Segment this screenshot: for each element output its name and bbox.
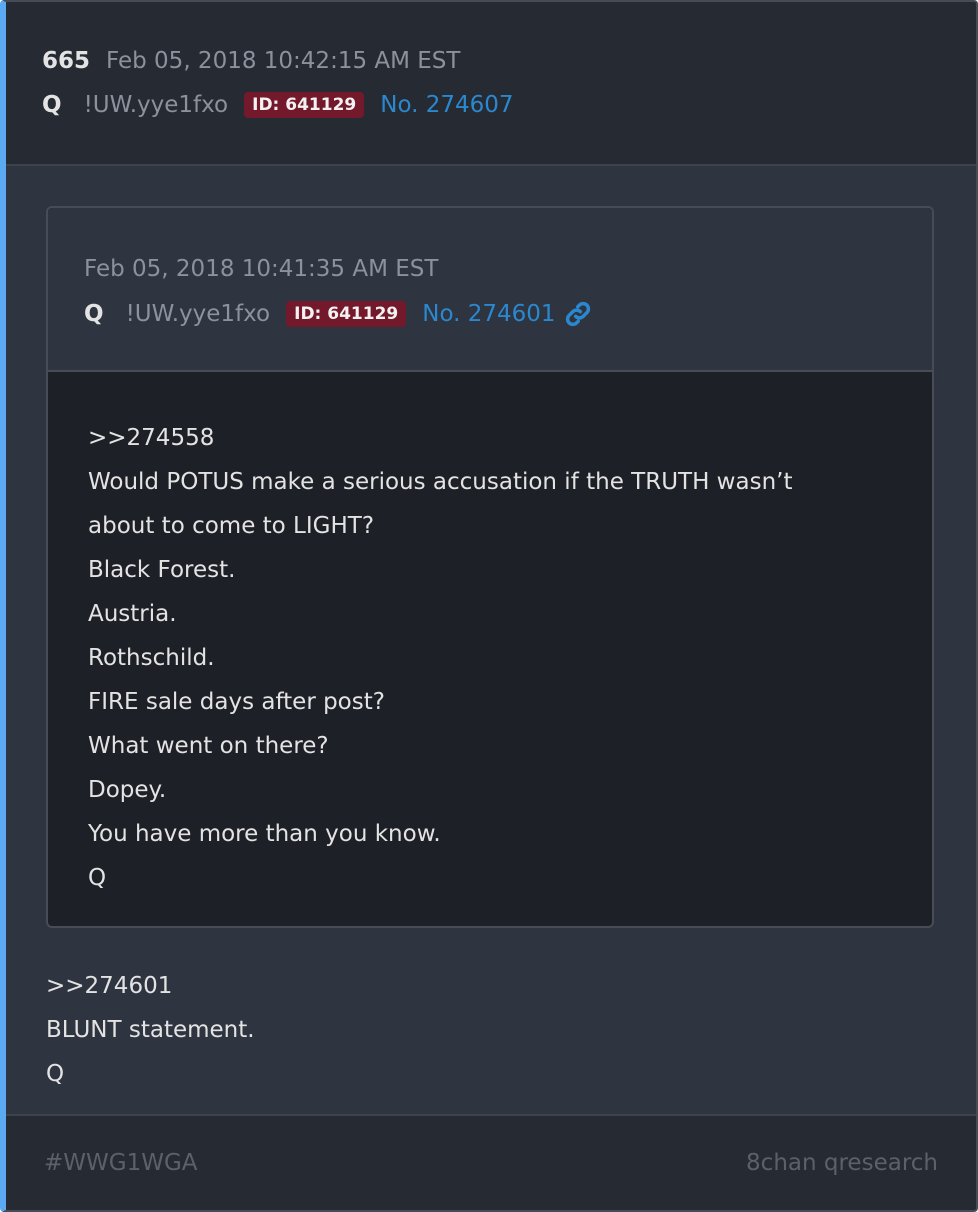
hashtag: #WWG1WGA xyxy=(44,1150,198,1176)
post-author-row: Q !UW.yye1fxo ID: 641129 No. 274607 xyxy=(42,92,514,118)
post-body-line: Q xyxy=(46,1061,65,1087)
quoted-body-line: You have more than you know. xyxy=(88,821,441,847)
quoted-body-line: Q xyxy=(88,865,107,891)
post-body-line[interactable]: >>274601 xyxy=(46,964,255,1008)
quoted-post-number-link[interactable]: No. 274601 xyxy=(422,301,555,327)
post-card: 665 Feb 05, 2018 10:42:15 AM EST Q !UW.y… xyxy=(0,0,978,1212)
post-tripcode: !UW.yye1fxo xyxy=(83,92,229,118)
quoted-body-line: What went on there? xyxy=(88,733,329,759)
quoted-post-author-row: Q !UW.yye1fxo ID: 641129 No. 274601 xyxy=(84,300,592,328)
link-icon[interactable] xyxy=(564,300,592,328)
quoted-post-meta-row: Feb 05, 2018 10:41:35 AM EST xyxy=(84,256,438,282)
post-number-link[interactable]: No. 274607 xyxy=(380,92,513,118)
post-date: Feb 05, 2018 10:42:15 AM EST xyxy=(106,48,461,74)
post-author: Q xyxy=(42,92,62,118)
quoted-body-line[interactable]: >>274558 xyxy=(88,416,792,460)
quoted-post: Feb 05, 2018 10:41:35 AM EST Q !UW.yye1f… xyxy=(46,206,934,928)
source-label: 8chan qresearch xyxy=(746,1150,938,1176)
quoted-body-line: Rothschild. xyxy=(88,645,215,671)
post-header: 665 Feb 05, 2018 10:42:15 AM EST Q !UW.y… xyxy=(6,2,976,166)
quoted-body-line: about to come to LIGHT? xyxy=(88,513,375,539)
post-number: 665 xyxy=(42,48,91,74)
quoted-body-line: Would POTUS make a serious accusation if… xyxy=(88,469,793,495)
post-footer: #WWG1WGA 8chan qresearch xyxy=(6,1114,976,1210)
post-id-badge: ID: 641129 xyxy=(244,92,365,118)
quoted-post-id-badge: ID: 641129 xyxy=(286,301,407,327)
quoted-body-line: Dopey. xyxy=(88,777,167,803)
post-body-line: BLUNT statement. xyxy=(46,1017,255,1043)
post-meta-row: 665 Feb 05, 2018 10:42:15 AM EST xyxy=(42,48,460,74)
quoted-post-author: Q xyxy=(84,301,104,327)
quoted-post-date: Feb 05, 2018 10:41:35 AM EST xyxy=(84,256,439,282)
quoted-body-line: Black Forest. xyxy=(88,557,236,583)
post-body: >>274601 BLUNT statement. Q xyxy=(46,964,255,1096)
quoted-post-body: >>274558 Would POTUS make a serious accu… xyxy=(88,416,792,900)
quoted-post-header: Feb 05, 2018 10:41:35 AM EST Q !UW.yye1f… xyxy=(48,208,932,372)
quoted-body-line: FIRE sale days after post? xyxy=(88,689,385,715)
quoted-body-line: Austria. xyxy=(88,601,177,627)
quoted-post-tripcode: !UW.yye1fxo xyxy=(125,301,271,327)
